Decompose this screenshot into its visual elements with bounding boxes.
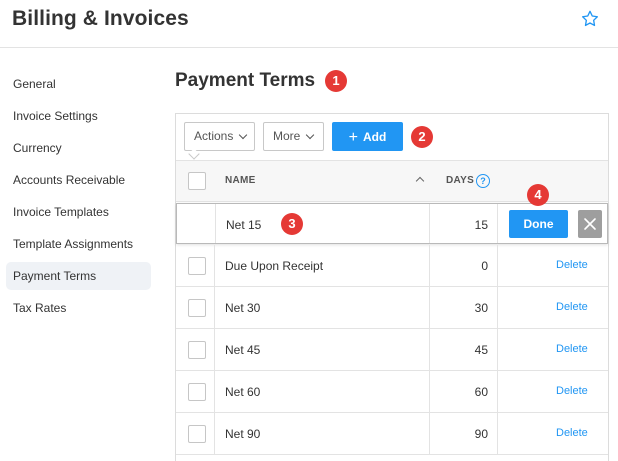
add-button[interactable]: + Add — [332, 122, 403, 151]
term-days: 30 — [474, 301, 488, 315]
payment-terms-panel: Actions More + Add 2 NAME DAYS ? Net 15 3… — [175, 113, 609, 461]
column-divider — [214, 371, 215, 412]
term-days: 90 — [474, 427, 488, 441]
column-divider — [429, 204, 430, 243]
annotation-badge-3: 3 — [281, 213, 303, 235]
star-icon[interactable] — [580, 9, 600, 29]
sidebar-item-payment-terms[interactable]: Payment Terms — [6, 262, 151, 290]
sidebar-item-invoice-templates[interactable]: Invoice Templates — [6, 198, 151, 226]
sort-ascending-icon[interactable] — [415, 176, 425, 186]
annotation-badge-2: 2 — [411, 126, 433, 148]
help-icon[interactable]: ? — [476, 174, 490, 188]
column-divider — [429, 413, 430, 454]
term-days: 60 — [474, 385, 488, 399]
term-name: Due Upon Receipt — [225, 259, 324, 273]
column-divider — [214, 413, 215, 454]
column-divider — [429, 371, 430, 412]
page-header: Billing & Invoices — [0, 0, 618, 48]
column-divider — [214, 287, 215, 328]
delete-link[interactable]: Delete — [556, 301, 588, 313]
table-row[interactable]: Due Upon Receipt 0 Delete — [176, 245, 608, 287]
plus-icon: + — [348, 129, 358, 146]
chevron-down-icon — [306, 130, 315, 140]
more-dropdown[interactable]: More — [263, 122, 324, 151]
column-divider — [429, 287, 430, 328]
column-divider — [497, 413, 498, 454]
row-checkbox[interactable] — [188, 341, 206, 359]
sidebar-item-accounts-receivable[interactable]: Accounts Receivable — [6, 166, 151, 194]
cancel-edit-button[interactable] — [578, 210, 602, 238]
name-edit-field[interactable]: Net 15 — [226, 218, 261, 232]
table-row[interactable]: Net 60 60 Delete — [176, 371, 608, 413]
sidebar-item-invoice-settings[interactable]: Invoice Settings — [6, 102, 151, 130]
more-label: More — [273, 129, 301, 143]
annotation-badge-1: 1 — [325, 70, 347, 92]
column-divider — [497, 287, 498, 328]
term-name: Net 30 — [225, 301, 261, 315]
sidebar-item-currency[interactable]: Currency — [6, 134, 151, 162]
column-divider — [429, 245, 430, 286]
column-divider — [497, 245, 498, 286]
sidebar-item-general[interactable]: General — [6, 70, 151, 98]
close-icon — [584, 218, 596, 230]
delete-link[interactable]: Delete — [556, 343, 588, 355]
annotation-badge-4: 4 — [527, 184, 549, 206]
row-checkbox[interactable] — [188, 257, 206, 275]
column-divider — [214, 245, 215, 286]
column-divider — [214, 329, 215, 370]
delete-link[interactable]: Delete — [556, 259, 588, 271]
actions-label: Actions — [194, 129, 234, 143]
column-divider — [215, 204, 216, 243]
delete-link[interactable]: Delete — [556, 427, 588, 439]
chevron-down-icon — [239, 130, 248, 140]
column-divider — [497, 329, 498, 370]
term-name: Net 60 — [225, 385, 261, 399]
table-row-editing[interactable]: Net 15 3 15 Done — [176, 203, 608, 244]
sidebar-item-tax-rates[interactable]: Tax Rates — [6, 294, 151, 322]
page-title: Billing & Invoices — [12, 7, 189, 30]
delete-link[interactable]: Delete — [556, 385, 588, 397]
table-row[interactable]: Net 90 90 Delete — [176, 413, 608, 455]
done-button[interactable]: Done — [509, 210, 568, 238]
row-checkbox[interactable] — [188, 425, 206, 443]
term-days: 45 — [474, 343, 488, 357]
table-row[interactable]: Net 30 30 Delete — [176, 287, 608, 329]
row-checkbox[interactable] — [188, 383, 206, 401]
column-header-days[interactable]: DAYS — [446, 175, 474, 186]
column-header-name[interactable]: NAME — [225, 175, 256, 186]
table-row[interactable]: Net 45 45 Delete — [176, 329, 608, 371]
actions-dropdown[interactable]: Actions — [184, 122, 255, 151]
term-name: Net 90 — [225, 427, 261, 441]
column-divider — [429, 329, 430, 370]
term-name: Net 45 — [225, 343, 261, 357]
add-label: Add — [363, 130, 387, 144]
select-all-checkbox[interactable] — [188, 172, 206, 190]
sidebar: General Invoice Settings Currency Accoun… — [6, 70, 151, 326]
toolbar: Actions More + Add 2 — [176, 114, 608, 160]
days-edit-field[interactable]: 15 — [475, 218, 488, 232]
section-title: Payment Terms — [175, 70, 316, 91]
sidebar-item-template-assignments[interactable]: Template Assignments — [6, 230, 151, 258]
column-divider — [497, 371, 498, 412]
term-days: 0 — [481, 259, 488, 273]
column-divider — [497, 204, 498, 243]
row-checkbox[interactable] — [188, 299, 206, 317]
